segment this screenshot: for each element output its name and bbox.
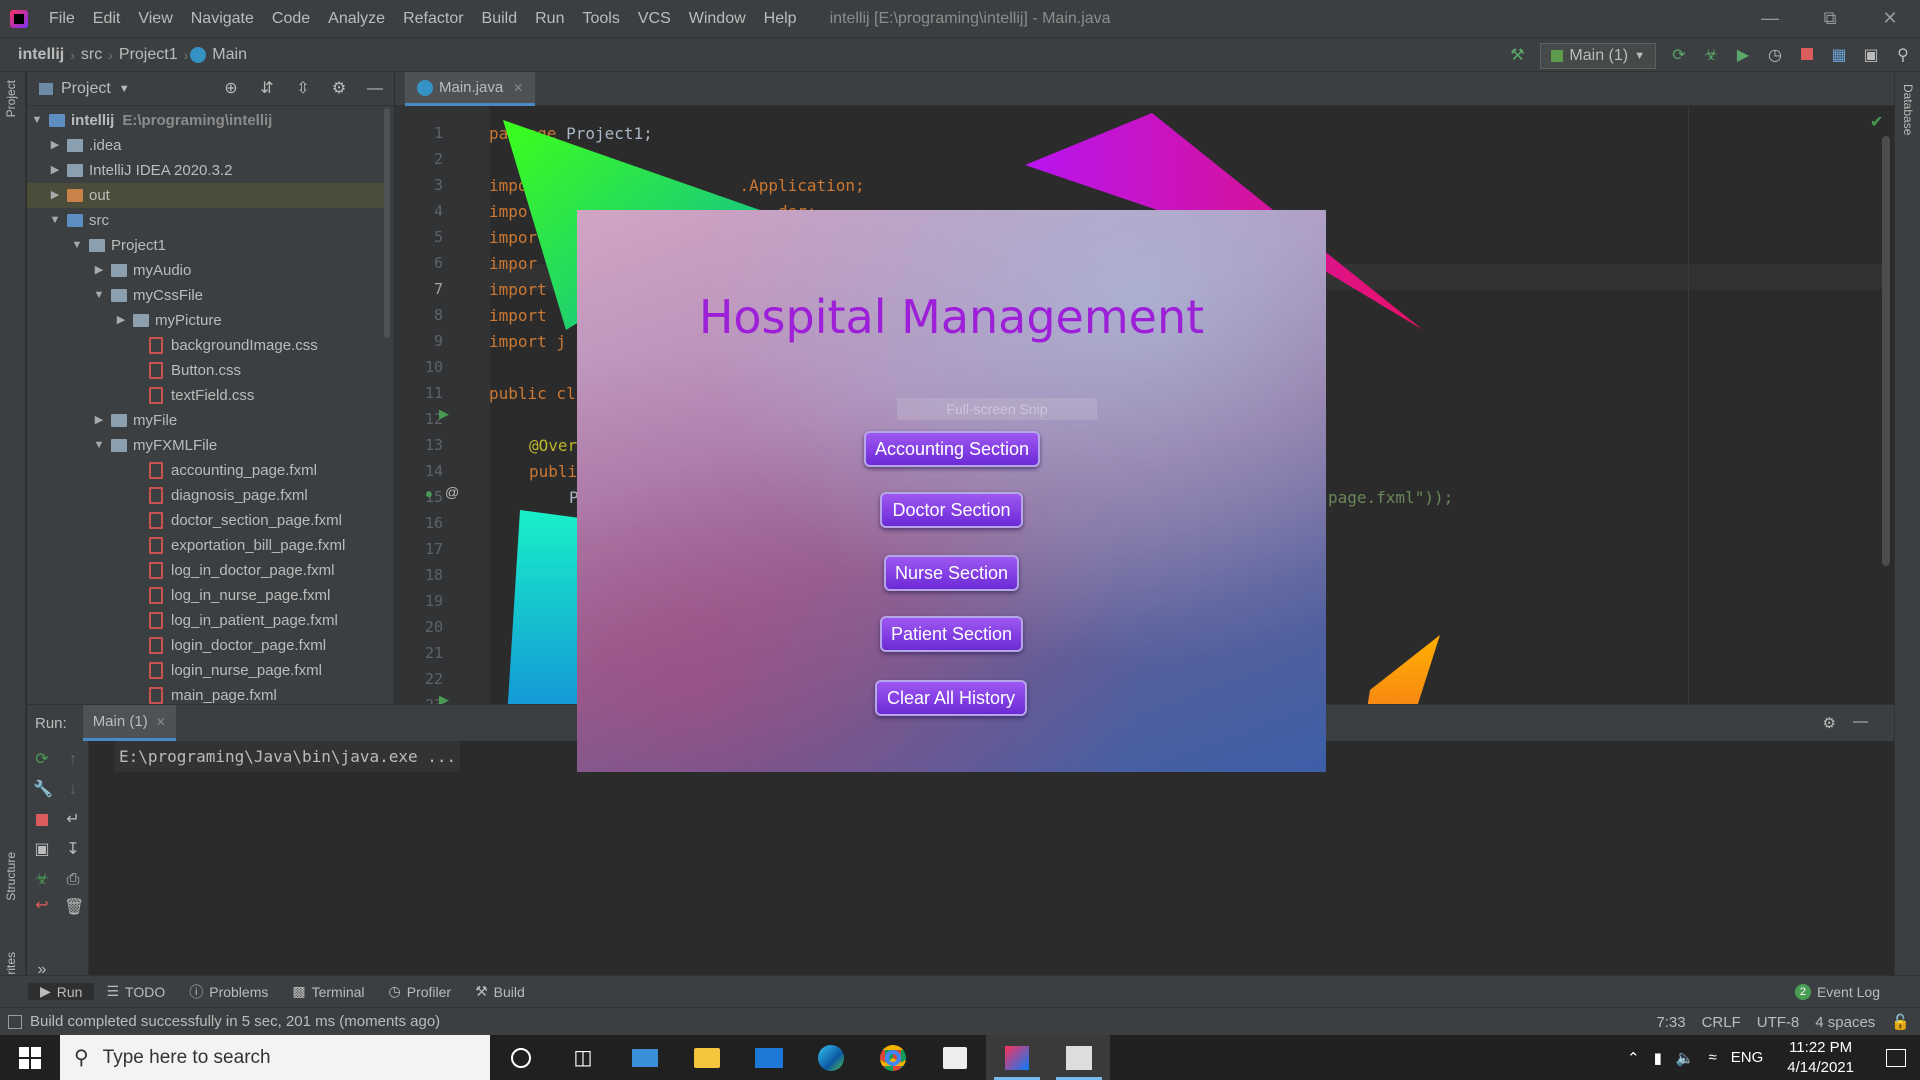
windows-logo-icon bbox=[19, 1046, 41, 1069]
start-button[interactable] bbox=[0, 1035, 60, 1080]
volume-icon[interactable]: 🔈 bbox=[1676, 1049, 1695, 1067]
app-title: Hospital Management bbox=[698, 290, 1205, 344]
language-indicator[interactable]: ENG bbox=[1731, 1049, 1764, 1066]
computer-icon bbox=[632, 1048, 658, 1067]
task-view-button[interactable]: ◫ bbox=[552, 1035, 614, 1080]
nurse-section-button[interactable]: Nurse Section bbox=[884, 555, 1019, 591]
cortana-icon bbox=[511, 1047, 531, 1068]
status-message[interactable]: Build completed successfully in 5 sec, 2… bbox=[30, 1013, 440, 1030]
soft-wrap-icon[interactable]: ↵ bbox=[64, 811, 82, 829]
cortana-button[interactable] bbox=[490, 1035, 552, 1080]
tool-window-label: Terminal bbox=[311, 983, 365, 1000]
taskbar-search-box[interactable]: ⚲ Type here to search bbox=[60, 1035, 490, 1080]
tool-window-terminal[interactable]: ▩ Terminal bbox=[280, 983, 376, 1000]
intellij-icon bbox=[1005, 1045, 1029, 1070]
tool-window-profiler[interactable]: ◷ Profiler bbox=[377, 983, 464, 1000]
chevron-up-icon[interactable]: ⌃ bbox=[1627, 1049, 1640, 1067]
stop-icon[interactable] bbox=[33, 813, 51, 831]
tool-window-label: Profiler bbox=[406, 983, 452, 1000]
console-output-line[interactable]: E:\programing\Java\bin\java.exe ... bbox=[115, 741, 461, 772]
scroll-to-end-icon[interactable]: ↧ bbox=[64, 841, 82, 859]
taskbar: ⚲ Type here to search ◫ ⌃ ▮ 🔈 ≈ ENG 11:2… bbox=[0, 1035, 1920, 1080]
profiler-icon: ◷ bbox=[388, 983, 401, 999]
trash-icon[interactable]: 🗑 bbox=[64, 899, 84, 917]
status-bar: Build completed successfully in 5 sec, 2… bbox=[0, 1007, 1920, 1035]
wifi-icon[interactable]: ≈ bbox=[1709, 1049, 1717, 1066]
tool-windows-bar: ▶ Run ☰ TODO ⓘ Problems ▩ Terminal ◷ Profiler… bbox=[0, 975, 1920, 1007]
accounting-section-button[interactable]: Accounting Section bbox=[864, 431, 1040, 467]
taskbar-app-store[interactable] bbox=[924, 1035, 986, 1080]
mail-icon bbox=[755, 1047, 783, 1068]
run-tab-label: Main (1) bbox=[92, 713, 148, 730]
battery-icon[interactable]: ▮ bbox=[1654, 1049, 1662, 1067]
line-separator[interactable]: CRLF bbox=[1702, 1014, 1741, 1031]
indent-setting[interactable]: 4 spaces bbox=[1815, 1014, 1875, 1031]
clock[interactable]: 11:22 PM 4/14/2021 bbox=[1777, 1038, 1864, 1078]
run-actions-toolbar: ⟳ 🔧 ▣ ☣ ↩ » bbox=[27, 741, 57, 978]
arrow-up-icon[interactable]: ↑ bbox=[64, 751, 82, 769]
arrow-down-icon[interactable]: ↓ bbox=[64, 781, 82, 799]
gear-icon[interactable]: ⚙ bbox=[1823, 714, 1836, 732]
taskbar-app-explorer[interactable] bbox=[676, 1035, 738, 1080]
tool-window-label: Problems bbox=[209, 983, 269, 1000]
file-encoding[interactable]: UTF-8 bbox=[1757, 1014, 1800, 1031]
list-icon: ☰ bbox=[106, 983, 120, 999]
notifications-icon[interactable] bbox=[1886, 1048, 1906, 1067]
system-tray: ⌃ ▮ 🔈 ≈ ENG 11:22 PM 4/14/2021 bbox=[1627, 1035, 1920, 1080]
store-icon bbox=[943, 1046, 967, 1069]
event-log-button[interactable]: 2 Event Log bbox=[1794, 976, 1880, 1008]
clock-time: 11:22 PM bbox=[1789, 1038, 1853, 1056]
lock-icon[interactable]: 🔓 bbox=[1891, 1013, 1910, 1031]
tool-window-todo[interactable]: ☰ TODO bbox=[94, 983, 177, 1000]
taskbar-app-java[interactable] bbox=[1048, 1035, 1110, 1080]
play-icon: ▶ bbox=[40, 983, 51, 999]
task-view-icon: ◫ bbox=[573, 1047, 593, 1069]
taskbar-app-intellij[interactable] bbox=[986, 1035, 1048, 1080]
snip-overlay-text: Full-screen Snip bbox=[897, 398, 1097, 420]
search-placeholder: Type here to search bbox=[102, 1046, 271, 1068]
run-panel-label: Run: bbox=[35, 714, 67, 732]
run-tab[interactable]: Main (1) ✕ bbox=[82, 705, 176, 741]
rerun-icon[interactable]: ⟳ bbox=[33, 751, 51, 769]
event-count-badge: 2 bbox=[1794, 984, 1811, 1000]
search-icon: ⚲ bbox=[74, 1047, 89, 1069]
event-log-label: Event Log bbox=[1816, 984, 1880, 1000]
close-tab-icon[interactable]: ✕ bbox=[156, 715, 166, 729]
tool-window-problems[interactable]: ⓘ Problems bbox=[177, 982, 280, 1002]
debug-icon[interactable]: ☣ bbox=[33, 871, 51, 889]
taskbar-app-mail[interactable] bbox=[738, 1035, 800, 1080]
hospital-management-window: Hospital Management Full-screen Snip Acc… bbox=[577, 210, 1326, 772]
clock-date: 4/14/2021 bbox=[1787, 1058, 1854, 1076]
console-actions-toolbar: ↑ ↓ ↵ ↧ ⎙ 🗑 bbox=[57, 741, 89, 976]
java-app-icon bbox=[1066, 1045, 1092, 1070]
caret-position[interactable]: 7:33 bbox=[1656, 1014, 1685, 1031]
taskbar-app-chrome[interactable] bbox=[862, 1035, 924, 1080]
tool-window-label: Build bbox=[493, 983, 525, 1000]
hammer-icon: ⚒ bbox=[475, 983, 488, 999]
print-icon[interactable]: ⎙ bbox=[64, 871, 82, 889]
folder-icon bbox=[694, 1047, 720, 1068]
exit-icon[interactable]: ↩ bbox=[33, 897, 51, 915]
toggle-tool-windows-icon[interactable] bbox=[8, 1014, 22, 1029]
tool-window-label: Run bbox=[56, 983, 83, 1000]
tool-window-run[interactable]: ▶ Run bbox=[28, 983, 95, 1000]
hide-icon[interactable]: — bbox=[1853, 713, 1868, 730]
clear-all-history-button[interactable]: Clear All History bbox=[875, 680, 1027, 716]
taskbar-app-edge[interactable] bbox=[800, 1035, 862, 1080]
chrome-icon bbox=[880, 1044, 906, 1071]
tool-window-build[interactable]: ⚒ Build bbox=[463, 983, 537, 1000]
wrench-icon[interactable]: 🔧 bbox=[33, 781, 53, 799]
camera-icon[interactable]: ▣ bbox=[33, 841, 51, 859]
doctor-section-button[interactable]: Doctor Section bbox=[880, 492, 1023, 528]
terminal-icon: ▩ bbox=[292, 983, 306, 999]
taskbar-app-pc[interactable] bbox=[614, 1035, 676, 1080]
tool-window-label: TODO bbox=[125, 983, 166, 1000]
info-icon: ⓘ bbox=[189, 983, 204, 1000]
patient-section-button[interactable]: Patient Section bbox=[880, 616, 1023, 652]
edge-icon bbox=[818, 1044, 844, 1071]
